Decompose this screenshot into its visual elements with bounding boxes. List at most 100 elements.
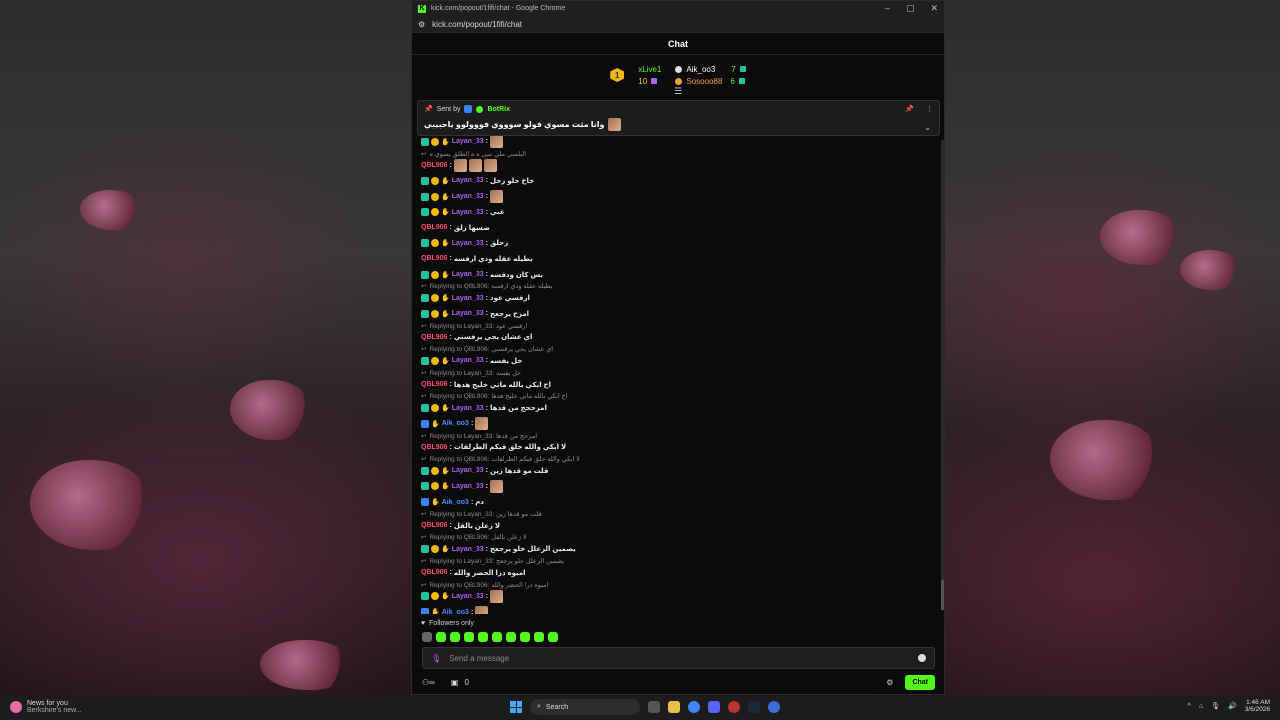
reply-context[interactable]: ↩ Replying to QBL906: لا ابكي والله حلق ف… — [421, 455, 936, 463]
reply-context[interactable]: ↩ Replying to QBL906: بطيله عقله ودي ارفس… — [421, 282, 936, 290]
send-chat-button[interactable]: Chat — [905, 674, 935, 690]
reply-context[interactable]: ↩ Replying to QBL906: اح ابكي بالله ماتي … — [421, 392, 936, 400]
chat-username[interactable]: Layan_33 — [452, 177, 484, 184]
chat-username[interactable]: Layan_33 — [452, 483, 484, 490]
chat-message[interactable]: ✋ Layan_33: — [421, 589, 936, 605]
chat-username[interactable]: QBL906 — [421, 162, 447, 169]
chat-message[interactable]: ✋ Aik_oo3: — [421, 604, 936, 614]
start-icon[interactable] — [510, 701, 522, 713]
emote-button[interactable] — [492, 632, 502, 642]
chat-message[interactable]: QBL906: بطيله عقله ودي ارفسه — [421, 251, 936, 267]
chat-message[interactable]: ✋ Aik_oo3: دم — [421, 494, 936, 510]
reply-context[interactable]: ↩ Replying to QBL906: امبوه ذرا الحضر وال… — [421, 581, 936, 589]
gift-box-icon[interactable]: ▣ — [451, 678, 459, 687]
chat-message[interactable]: QBL906: — [421, 158, 936, 174]
chat-username[interactable]: QBL906 — [421, 381, 447, 388]
emote-button[interactable] — [506, 632, 516, 642]
news-widget[interactable]: News for you Berkshire's new... — [10, 700, 82, 715]
leader-second-user[interactable]: Aik_oo3 — [686, 65, 715, 74]
mic-tray-icon[interactable]: 🎙 — [1211, 702, 1220, 710]
chat-username[interactable]: QBL906 — [421, 569, 447, 576]
chat-username[interactable]: Layan_33 — [452, 405, 484, 412]
chat-message[interactable]: ✋ Layan_33: امزحجج من قدها — [421, 400, 936, 416]
folder-icon[interactable] — [668, 701, 680, 713]
reply-context[interactable]: ↩ Replying to Layan_33: امزحج من قدها — [421, 432, 936, 440]
chat-message[interactable]: QBL906: امبوه ذرا الحضر والله — [421, 565, 936, 581]
site-settings-icon[interactable]: ⚙ — [418, 20, 425, 29]
reply-context[interactable]: ↩ Replying to Layan_33: قلت مو قدها زين — [421, 510, 936, 518]
chat-message[interactable]: ✋ Layan_33: خاخ خلو زحل — [421, 173, 936, 189]
app-icon[interactable] — [728, 701, 740, 713]
chat-username[interactable]: Layan_33 — [452, 271, 484, 278]
steam-icon[interactable] — [748, 701, 760, 713]
emote-button[interactable] — [548, 632, 558, 642]
chat-username[interactable]: Layan_33 — [452, 240, 484, 247]
chat-message[interactable]: QBL906: لا ابكي والله حلق فيكم الطرلقات — [421, 440, 936, 456]
taskbar-search[interactable]: ⌕ Search — [530, 699, 640, 715]
expand-leaderboard-icon[interactable]: ☰ — [674, 86, 682, 97]
chat-username[interactable]: Aik_oo3 — [442, 420, 469, 427]
chrome-icon[interactable] — [688, 701, 700, 713]
chat-username[interactable]: Layan_33 — [452, 295, 484, 302]
chat-message[interactable]: ✋ Layan_33: خل يفسه — [421, 353, 936, 369]
chat-message[interactable]: ✋ Aik_oo3: — [421, 416, 936, 432]
network-icon[interactable]: ⌂ — [1199, 703, 1203, 710]
message-input[interactable]: 🎙 Send a message — [422, 647, 935, 669]
chat-username[interactable]: Layan_33 — [452, 209, 484, 216]
leader-third-user[interactable]: Sosooo88 — [686, 77, 722, 86]
chevron-up-icon[interactable]: ^ — [1188, 703, 1191, 710]
pinned-message[interactable]: 📌 Sent by BotRix وانا مثت مسوي فولو سووو… — [417, 100, 940, 136]
chat-username[interactable]: QBL906 — [421, 255, 447, 262]
pinned-sender[interactable]: BotRix — [487, 106, 510, 113]
chat-message[interactable]: ✋ Layan_33: يصمين الزعلل خلو يرجعج — [421, 541, 936, 557]
chat-username[interactable]: Layan_33 — [452, 310, 484, 317]
address-bar[interactable]: ⚙ kick.com/popout/1fifi/chat — [412, 16, 944, 33]
chat-message[interactable]: QBL906: اح ابكي بالله ماتي خليج هدها — [421, 377, 936, 393]
reply-context[interactable]: ↩ Replying to QBL906: اي عشان يجي يرفسني — [421, 345, 936, 353]
reply-context[interactable]: ↩ Replying to Layan_33: خل يفسه — [421, 369, 936, 377]
chat-username[interactable]: Layan_33 — [452, 138, 484, 145]
emote-button[interactable] — [450, 632, 460, 642]
clock[interactable]: 1:46 AM 3/6/2026 — [1245, 699, 1270, 714]
emote-button[interactable] — [520, 632, 530, 642]
chat-username[interactable]: Layan_33 — [452, 193, 484, 200]
reply-context[interactable]: ↩ Replying to Layan_33: ارفسي عود — [421, 322, 936, 330]
chat-message[interactable]: ✋ Layan_33: — [421, 189, 936, 205]
chat-message[interactable]: QBL906: ضسها زلق — [421, 220, 936, 236]
reply-context[interactable]: ↩ البلسي ملي سي ه ه الطلق يسوي ه — [421, 150, 936, 158]
chat-message[interactable]: ✋ Layan_33: — [421, 134, 936, 150]
chat-username[interactable]: Layan_33 — [452, 593, 484, 600]
chat-message[interactable]: ✋ Layan_33: ارفسي عود — [421, 290, 936, 306]
chat-username[interactable]: QBL906 — [421, 334, 447, 341]
emote-button[interactable] — [436, 632, 446, 642]
chat-username[interactable]: Aik_oo3 — [442, 609, 469, 614]
file-explorer-icon[interactable] — [648, 701, 660, 713]
chat-message[interactable]: ✋ Layan_33: امزح يرجعج — [421, 306, 936, 322]
channel-points-icon[interactable]: ⚇∞ — [422, 678, 435, 687]
reply-context[interactable]: ↩ Replying to QBL906: لا زعلن بالقل — [421, 533, 936, 541]
chat-message[interactable]: ✋ Layan_33: — [421, 479, 936, 495]
reply-context[interactable]: ↩ Replying to Layan_33: يصمين الزعلل خلو … — [421, 557, 936, 565]
chat-message[interactable]: ✋ Layan_33: زحلق — [421, 236, 936, 252]
unpin-icon[interactable]: 📌 — [905, 105, 914, 113]
chat-username[interactable]: Layan_33 — [452, 467, 484, 474]
chat-username[interactable]: QBL906 — [421, 444, 447, 451]
more-options-icon[interactable]: ⋮ — [926, 105, 933, 113]
close-icon[interactable]: ✕ — [930, 3, 938, 14]
chat-message[interactable]: QBL906: اي عشان يجي يرفسني — [421, 330, 936, 346]
chat-username[interactable]: Layan_33 — [452, 546, 484, 553]
emote-button[interactable] — [422, 632, 432, 642]
emote-button[interactable] — [478, 632, 488, 642]
chat-username[interactable]: Layan_33 — [452, 357, 484, 364]
chat-username[interactable]: Aik_oo3 — [442, 499, 469, 506]
emote-button[interactable] — [534, 632, 544, 642]
app-icon[interactable] — [768, 701, 780, 713]
chat-scrollbar[interactable] — [941, 140, 944, 610]
maximize-icon[interactable]: ▢ — [906, 3, 915, 14]
chevron-down-icon[interactable]: ⌄ — [924, 123, 931, 132]
minimize-icon[interactable]: – — [885, 3, 890, 14]
chat-message[interactable]: ✋ Layan_33: قلت مو قدها زين — [421, 463, 936, 479]
chat-message[interactable]: ✋ Layan_33: بس كان ودفسه — [421, 267, 936, 283]
chat-username[interactable]: QBL906 — [421, 224, 447, 231]
chat-username[interactable]: QBL906 — [421, 522, 447, 529]
